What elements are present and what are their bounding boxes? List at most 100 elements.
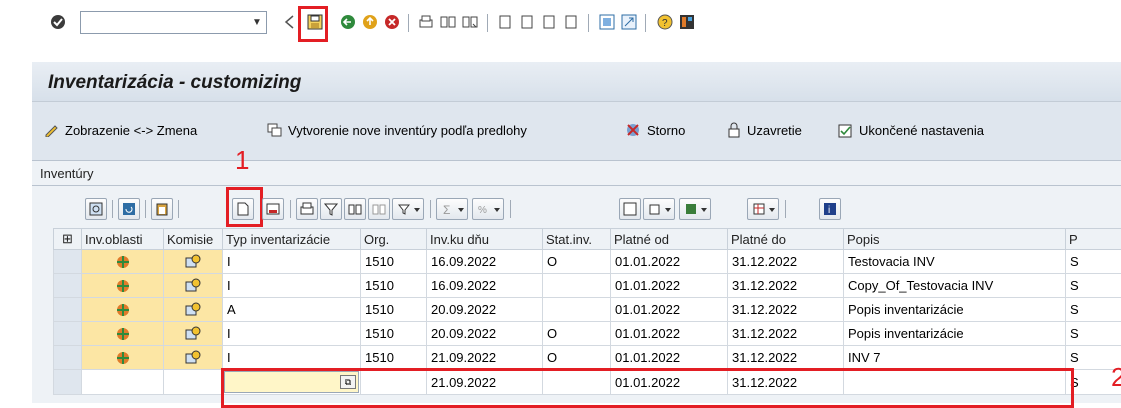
check-icon[interactable] xyxy=(48,12,68,32)
table-row[interactable]: I151016.09.202201.01.202231.12.2022Copy_… xyxy=(54,274,1121,298)
toggle-display-change-button[interactable]: Zobrazenie <-> Zmena xyxy=(44,120,197,140)
toolbar-separator xyxy=(645,14,646,32)
filter-icon[interactable] xyxy=(320,198,342,220)
info-icon[interactable]: i xyxy=(819,198,841,220)
col-inv-oblasti[interactable]: Inv.oblasti xyxy=(82,229,164,250)
export-dropdown[interactable] xyxy=(643,198,675,220)
prev-page-icon[interactable] xyxy=(517,12,537,32)
exit-icon[interactable] xyxy=(360,12,380,32)
inv-area-button[interactable] xyxy=(82,298,164,322)
set-filter-dropdown[interactable] xyxy=(392,198,424,220)
table-row[interactable]: ⧉21.09.202201.01.202231.12.2022S xyxy=(54,370,1121,395)
row-selector[interactable] xyxy=(54,346,82,370)
typ-input[interactable]: ⧉ xyxy=(223,370,361,395)
toolbar-separator xyxy=(408,14,409,32)
back-icon[interactable] xyxy=(338,12,358,32)
cell-inv-ku-dnu[interactable]: 21.09.2022 xyxy=(427,370,543,395)
cell-platne-od: 01.01.2022 xyxy=(611,322,728,346)
commission-icon xyxy=(183,253,203,271)
find-next-icon[interactable] xyxy=(368,198,390,220)
print-icon[interactable] xyxy=(416,12,436,32)
col-platne-od[interactable]: Platné od xyxy=(611,229,728,250)
view-icon[interactable] xyxy=(619,198,641,220)
layout-icon[interactable] xyxy=(677,12,697,32)
cell-stat-inv: O xyxy=(543,346,611,370)
col-typ[interactable]: Typ inventarizácie xyxy=(223,229,361,250)
select-all-icon[interactable]: ⊞ xyxy=(54,229,82,250)
cell-platne-do[interactable]: 31.12.2022 xyxy=(728,370,844,395)
last-page-icon[interactable] xyxy=(561,12,581,32)
inv-area-icon xyxy=(113,325,133,343)
col-platne-do[interactable]: Platné do xyxy=(728,229,844,250)
details-icon[interactable] xyxy=(85,198,107,220)
cell-typ: I xyxy=(223,274,361,298)
table-row[interactable]: A151020.09.202201.01.202231.12.2022Popis… xyxy=(54,298,1121,322)
inv-area-icon xyxy=(113,301,133,319)
save-icon[interactable] xyxy=(305,12,325,32)
commission-button[interactable] xyxy=(164,274,223,298)
page-title: Inventarizácia - customizing xyxy=(48,72,301,94)
cell-popis: Copy_Of_Testovacia INV xyxy=(844,274,1066,298)
close-inventory-button[interactable]: Uzavretie xyxy=(726,120,802,140)
row-selector[interactable] xyxy=(54,298,82,322)
cell-p: S xyxy=(1066,322,1121,346)
finished-settings-button[interactable]: Ukončené nastavenia xyxy=(838,120,984,140)
col-stat-inv[interactable]: Stat.inv. xyxy=(543,229,611,250)
row-selector[interactable] xyxy=(54,370,82,395)
cell-stat-inv xyxy=(543,370,611,395)
find-icon[interactable] xyxy=(344,198,366,220)
col-p[interactable]: P xyxy=(1066,229,1121,250)
toolbar-separator xyxy=(145,200,146,218)
find-next-icon[interactable] xyxy=(460,12,480,32)
inv-area-cell xyxy=(82,370,164,395)
commission-button[interactable] xyxy=(164,322,223,346)
table-row[interactable]: I151020.09.2022O01.01.202231.12.2022Popi… xyxy=(54,322,1121,346)
row-selector[interactable] xyxy=(54,322,82,346)
inv-area-button[interactable] xyxy=(82,274,164,298)
col-popis[interactable]: Popis xyxy=(844,229,1066,250)
print-icon[interactable] xyxy=(296,198,318,220)
shortcut-icon[interactable] xyxy=(619,12,639,32)
commission-button[interactable] xyxy=(164,298,223,322)
sum-dropdown[interactable]: Σ xyxy=(436,198,468,220)
chevron-down-icon[interactable]: ▼ xyxy=(248,12,266,33)
commission-button[interactable] xyxy=(164,346,223,370)
col-inv-ku-dnu[interactable]: Inv.ku dňu xyxy=(427,229,543,250)
value-help-icon[interactable]: ⧉ xyxy=(340,375,356,389)
svg-text:?: ? xyxy=(662,18,668,29)
first-page-icon[interactable] xyxy=(495,12,515,32)
cancel-inventory-button[interactable]: Storno xyxy=(624,120,685,140)
create-from-template-button[interactable]: Vytvorenie nove inventúry podľa predlohy xyxy=(267,120,527,140)
table-row[interactable]: I151021.09.2022O01.01.202231.12.2022INV … xyxy=(54,346,1121,370)
annotation-label-2: 2 xyxy=(1111,362,1121,393)
cancel-icon[interactable] xyxy=(382,12,402,32)
delete-row-icon[interactable] xyxy=(262,198,284,220)
col-komisie[interactable]: Komisie xyxy=(164,229,223,250)
cell-popis[interactable] xyxy=(844,370,1066,395)
paste-icon[interactable] xyxy=(151,198,173,220)
create-session-icon[interactable] xyxy=(597,12,617,32)
cell-org: 1510 xyxy=(361,274,427,298)
find-icon[interactable] xyxy=(438,12,458,32)
subtotals-dropdown[interactable]: % xyxy=(472,198,504,220)
layout-change-dropdown[interactable] xyxy=(747,198,779,220)
inv-area-button[interactable] xyxy=(82,250,164,274)
command-field[interactable] xyxy=(80,11,267,34)
inv-area-button[interactable] xyxy=(82,322,164,346)
next-page-icon[interactable] xyxy=(539,12,559,32)
cell-org xyxy=(361,370,427,395)
cell-platne-od[interactable]: 01.01.2022 xyxy=(611,370,728,395)
layout-select-dropdown[interactable] xyxy=(679,198,711,220)
row-selector[interactable] xyxy=(54,274,82,298)
table-row[interactable]: I151016.09.2022O01.01.202231.12.2022Test… xyxy=(54,250,1121,274)
commission-button[interactable] xyxy=(164,250,223,274)
cell-platne-od: 01.01.2022 xyxy=(611,346,728,370)
new-entry-icon[interactable] xyxy=(232,198,254,220)
row-selector[interactable] xyxy=(54,250,82,274)
refresh-icon[interactable] xyxy=(118,198,140,220)
inv-area-button[interactable] xyxy=(82,346,164,370)
cell-inv-ku-dnu: 16.09.2022 xyxy=(427,274,543,298)
help-icon[interactable]: ? xyxy=(655,12,675,32)
back-arrow-icon[interactable] xyxy=(279,12,299,32)
col-org[interactable]: Org. xyxy=(361,229,427,250)
